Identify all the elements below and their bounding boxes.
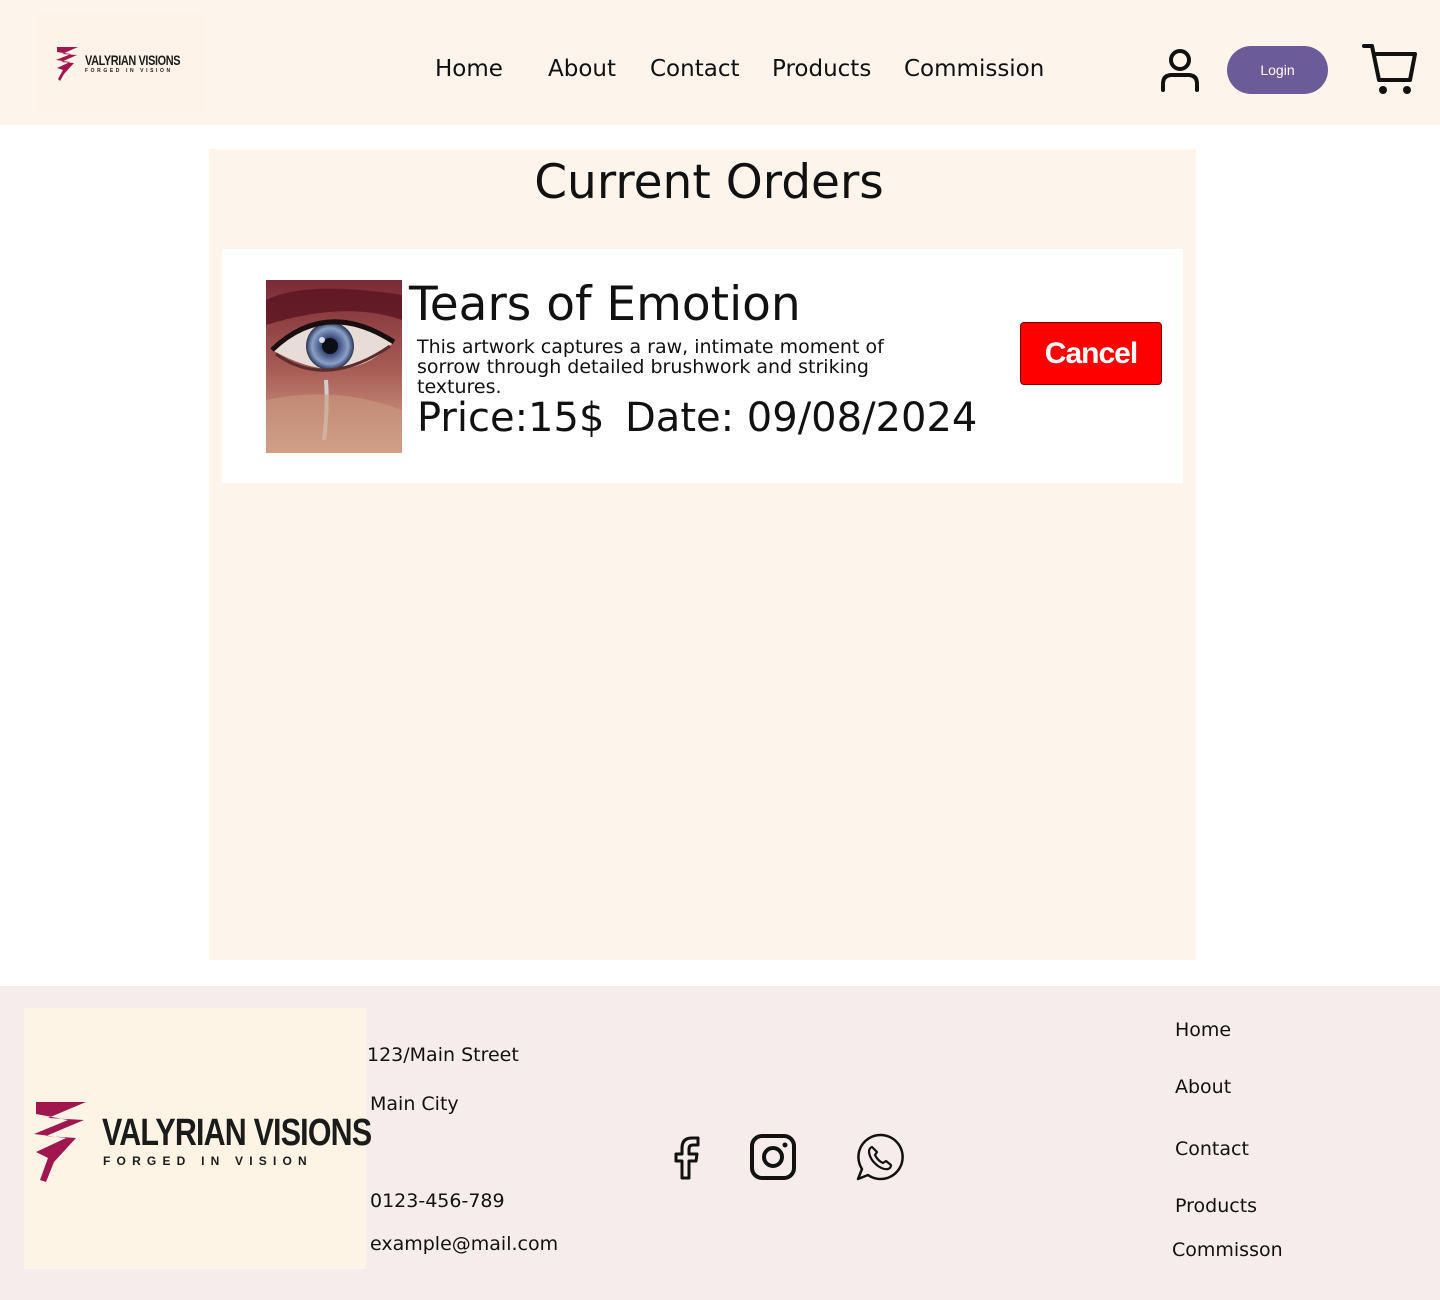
nav-commission[interactable]: Commission (904, 56, 1044, 82)
footer-link-commission[interactable]: Commisson (1172, 1239, 1283, 1261)
brush-logo-icon (34, 1102, 86, 1182)
nav-contact[interactable]: Contact (650, 56, 739, 82)
page-title: Current Orders (534, 155, 884, 210)
nav-about[interactable]: About (548, 56, 616, 82)
site-footer: VALYRIAN VISIONS FORGED IN VISION 123/Ma… (0, 986, 1440, 1300)
brand-name: VALYRIAN VISIONS (85, 52, 181, 68)
order-price: Price:15$ (417, 395, 605, 441)
footer-link-home[interactable]: Home (1175, 1019, 1231, 1041)
order-title: Tears of Emotion (409, 277, 801, 332)
footer-brand-tagline: FORGED IN VISION (103, 1154, 313, 1168)
cancel-order-button[interactable]: Cancel (1020, 322, 1162, 385)
user-icon[interactable] (1158, 46, 1202, 92)
order-date: Date: 09/08/2024 (625, 395, 978, 441)
cart-icon[interactable] (1360, 40, 1418, 98)
footer-phone: 0123-456-789 (370, 1190, 505, 1212)
whatsapp-icon[interactable] (854, 1132, 906, 1182)
nav-home[interactable]: Home (435, 56, 503, 82)
site-header: VALYRIAN VISIONS FORGED IN VISION Home A… (0, 0, 1440, 125)
facebook-icon[interactable] (668, 1132, 708, 1182)
login-button[interactable]: Login (1227, 46, 1328, 94)
artwork-thumbnail[interactable] (266, 280, 402, 453)
order-card: Tears of Emotion This artwork captures a… (222, 249, 1183, 483)
brand-tagline: FORGED IN VISION (85, 68, 173, 74)
footer-address: 123/Main Street (367, 1044, 519, 1066)
orders-panel: Current Orders Tears of Emotion This art… (209, 149, 1196, 960)
brand-logo[interactable]: VALYRIAN VISIONS FORGED IN VISION (36, 12, 206, 112)
footer-city: Main City (370, 1093, 459, 1115)
footer-link-about[interactable]: About (1175, 1076, 1231, 1098)
nav-products[interactable]: Products (772, 56, 871, 82)
instagram-icon[interactable] (748, 1132, 798, 1182)
order-description: This artwork captures a raw, intimate mo… (417, 336, 884, 398)
footer-link-contact[interactable]: Contact (1175, 1138, 1249, 1160)
footer-brand-name: VALYRIAN VISIONS (102, 1112, 372, 1154)
footer-email[interactable]: example@mail.com (370, 1233, 558, 1255)
footer-brand-logo[interactable]: VALYRIAN VISIONS FORGED IN VISION (24, 1008, 372, 1269)
footer-link-products[interactable]: Products (1175, 1195, 1257, 1217)
brush-logo-icon (56, 47, 78, 81)
